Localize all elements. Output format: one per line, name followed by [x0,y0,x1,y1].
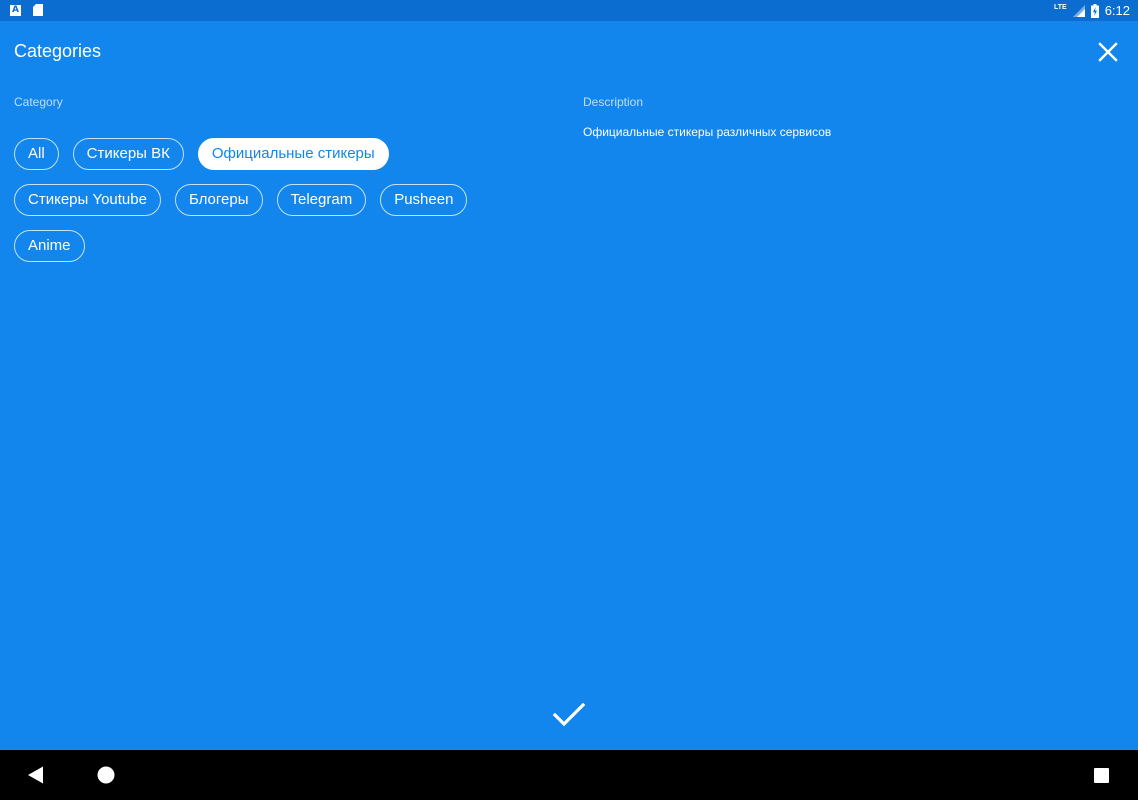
navigation-bar [0,750,1138,800]
description-label: Description [583,95,644,109]
close-icon [1098,42,1118,62]
close-button[interactable] [1093,37,1123,67]
category-label: Category [14,95,63,109]
status-bar-left: A [10,4,43,16]
checkmark-icon [552,702,586,727]
chip-stickers-youtube[interactable]: Стикеры Youtube [14,184,161,216]
chip-telegram[interactable]: Telegram [276,184,367,216]
chip-pusheen[interactable]: Pusheen [380,184,468,216]
sd-card-icon [33,4,43,16]
a-notification-icon: A [10,4,21,16]
category-chips: All Стикеры ВК Официальные стикеры Стике… [14,138,534,262]
categories-dialog: Categories Category Description All Стик… [0,21,1138,750]
chip-stickers-vk[interactable]: Стикеры ВК [72,138,184,170]
home-icon[interactable] [97,766,115,784]
status-bar-right: LTE 6:12 [1054,2,1130,19]
confirm-button[interactable] [548,695,590,735]
page-title: Categories [14,41,102,61]
battery-charging-icon [1090,3,1099,18]
chip-anime[interactable]: Anime [14,230,85,262]
chip-bloggers[interactable]: Блогеры [174,184,263,216]
status-time: 6:12 [1104,3,1130,18]
chip-all[interactable]: All [14,138,59,170]
network-type: LTE [1053,4,1067,11]
description-text: Официальные стикеры различных сервисов [583,125,832,139]
signal-icon [1072,4,1085,17]
status-bar: A LTE 6:12 [0,0,1138,21]
back-icon[interactable] [24,765,48,785]
chip-official-stickers[interactable]: Официальные стикеры [197,138,389,170]
recents-icon[interactable] [1094,768,1109,783]
